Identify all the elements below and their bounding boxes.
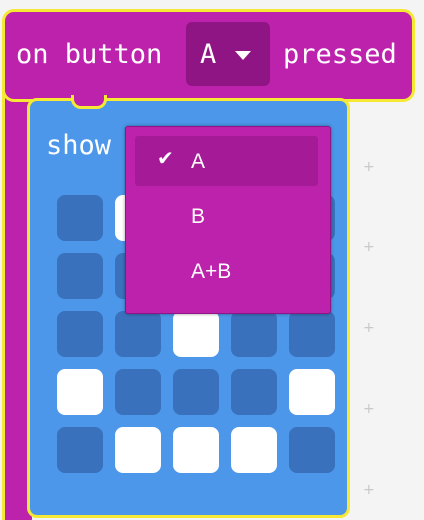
led-cell[interactable]	[231, 311, 277, 357]
menu-item-a-plus-b[interactable]: A+B	[135, 246, 318, 296]
led-cell[interactable]	[289, 311, 335, 357]
led-cell[interactable]	[57, 427, 103, 473]
show-leds-label: show	[46, 130, 112, 161]
led-cell[interactable]	[57, 253, 103, 299]
grid-plus-icon: +	[363, 159, 375, 175]
led-cell[interactable]	[115, 311, 161, 357]
button-dropdown-value: A	[200, 39, 217, 70]
menu-item-label: B	[191, 205, 206, 228]
menu-item-a[interactable]: ✔ A	[135, 136, 318, 186]
led-cell[interactable]	[173, 369, 219, 415]
event-block-label: on button	[16, 39, 163, 70]
led-cell[interactable]	[231, 427, 277, 473]
led-cell[interactable]	[173, 311, 219, 357]
menu-item-label: A	[191, 150, 206, 173]
event-block-label-pressed: pressed	[283, 39, 397, 70]
led-cell[interactable]	[115, 369, 161, 415]
grid-plus-icon: +	[363, 401, 375, 417]
led-cell[interactable]	[57, 369, 103, 415]
led-cell[interactable]	[173, 427, 219, 473]
led-cell[interactable]	[115, 427, 161, 473]
led-cell[interactable]	[231, 369, 277, 415]
grid-plus-icon: +	[363, 320, 375, 336]
grid-plus-icon: +	[363, 239, 375, 255]
checkmark-icon: ✔	[157, 148, 174, 170]
button-dropdown[interactable]: A	[186, 22, 270, 86]
led-cell[interactable]	[289, 427, 335, 473]
led-cell[interactable]	[57, 195, 103, 241]
menu-item-label: A+B	[191, 260, 232, 283]
button-dropdown-menu[interactable]: ✔ A B A+B	[125, 126, 331, 314]
grid-plus-icon: +	[363, 482, 375, 498]
led-cell[interactable]	[289, 369, 335, 415]
chevron-down-icon	[235, 51, 251, 60]
led-cell[interactable]	[57, 311, 103, 357]
menu-item-b[interactable]: B	[135, 191, 318, 241]
block-notch	[71, 95, 107, 109]
